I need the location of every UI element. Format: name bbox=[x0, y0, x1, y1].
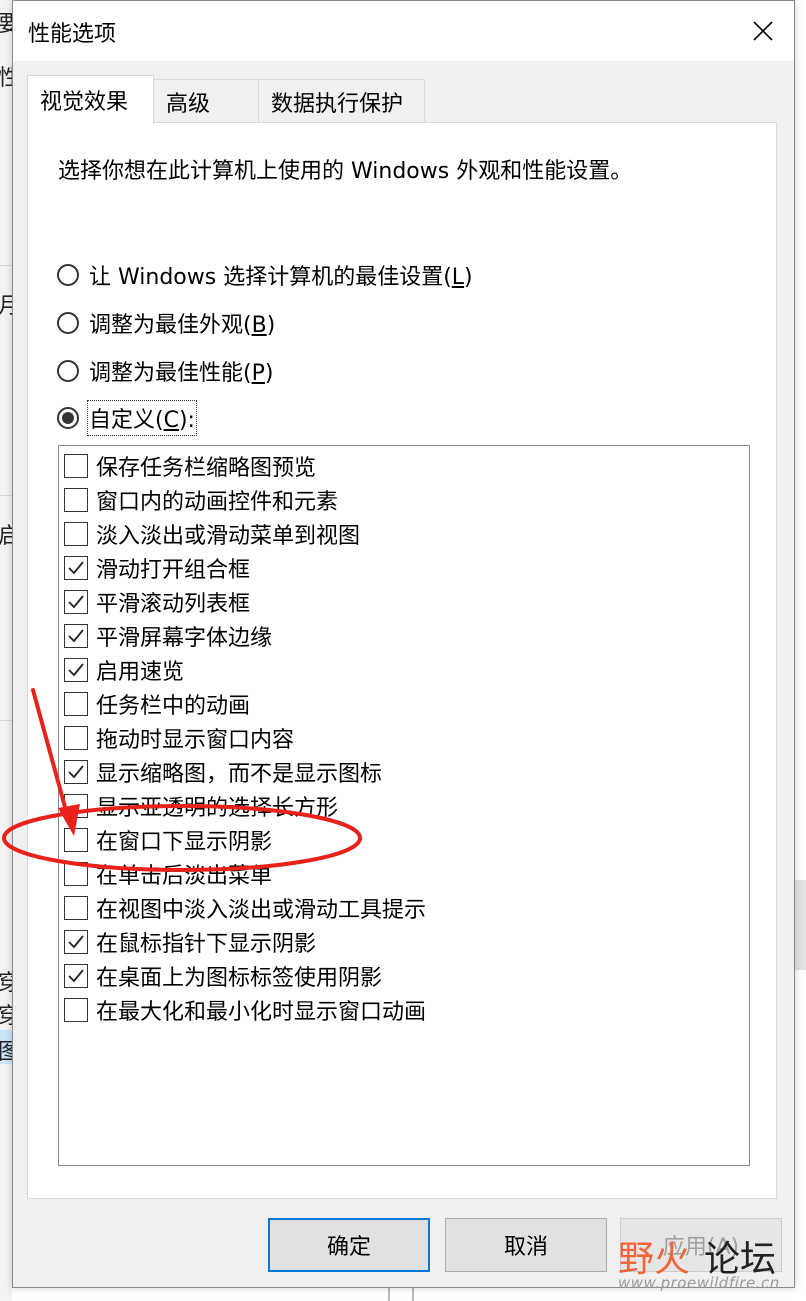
highlight-ellipse bbox=[2, 804, 362, 872]
annotation-arrow-head bbox=[58, 804, 80, 836]
watermark-url: www.proewildfire.cn bbox=[618, 1274, 780, 1292]
annotation-arrow-shaft bbox=[31, 688, 70, 820]
annotation-overlay bbox=[2, 688, 362, 872]
tab-visual-effects[interactable]: 视觉效果 bbox=[27, 75, 154, 124]
screenshot: 要 性 月 启 穿 穿 图 性能选项 视觉效果 高级 数据执行保护 选择你想在此… bbox=[0, 0, 806, 1301]
watermark-logo: 野火 论坛 www.proewildfire.cn bbox=[618, 1226, 798, 1298]
